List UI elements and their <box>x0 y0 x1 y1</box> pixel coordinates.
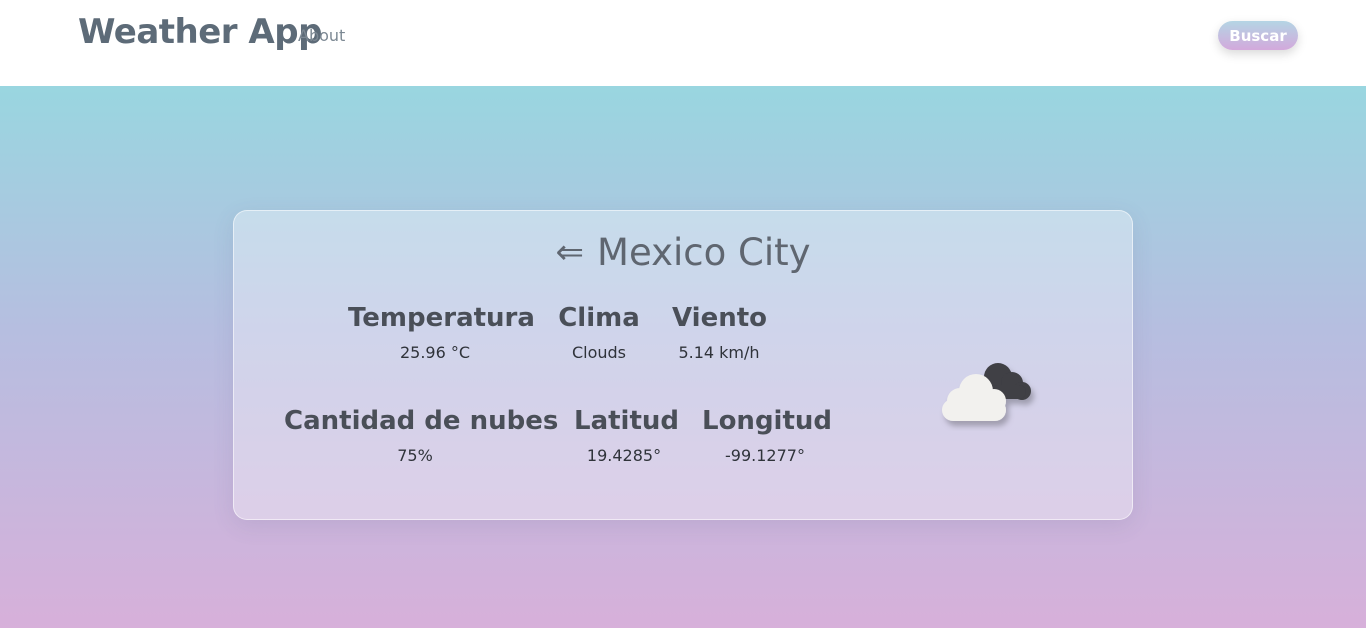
stat-label: Longitud <box>702 406 833 436</box>
navbar: Weather App About Buscar <box>0 0 1366 86</box>
brand-title[interactable]: Weather App <box>78 12 322 52</box>
stat-longitude: Longitud -99.1277° <box>702 406 833 465</box>
broken-clouds-icon <box>942 363 1031 421</box>
stat-label: Clima <box>558 303 640 333</box>
stat-label: Temperatura <box>348 303 535 333</box>
hero-background: ⇐ Mexico City Temperatura 25.96 °C Clima… <box>0 86 1366 628</box>
stat-label: Viento <box>672 303 768 333</box>
stat-temperature: Temperatura 25.96 °C <box>348 303 535 362</box>
stat-value: 25.96 °C <box>399 343 471 362</box>
city-name: Mexico City <box>597 231 811 274</box>
stat-wind: Viento 5.14 km/h <box>672 303 768 362</box>
weather-card: ⇐ Mexico City Temperatura 25.96 °C Clima… <box>233 210 1133 520</box>
stat-weather: Clima Clouds <box>554 303 644 362</box>
stat-label: Latitud <box>574 406 680 436</box>
stat-value: Clouds <box>571 343 627 362</box>
stat-value: 5.14 km/h <box>678 343 760 362</box>
stat-value: 75% <box>397 446 433 465</box>
about-link[interactable]: About <box>298 26 345 45</box>
stat-value: 19.4285° <box>586 446 662 465</box>
search-button[interactable]: Buscar <box>1218 21 1298 50</box>
stat-label: Cantidad de nubes <box>284 406 559 436</box>
left-arrow-icon[interactable]: ⇐ <box>555 233 584 273</box>
card-header: ⇐ Mexico City <box>234 231 1132 274</box>
stat-latitude: Latitud 19.4285° <box>574 406 680 465</box>
stat-value: -99.1277° <box>725 446 805 465</box>
stat-clouds: Cantidad de nubes 75% <box>284 406 559 465</box>
